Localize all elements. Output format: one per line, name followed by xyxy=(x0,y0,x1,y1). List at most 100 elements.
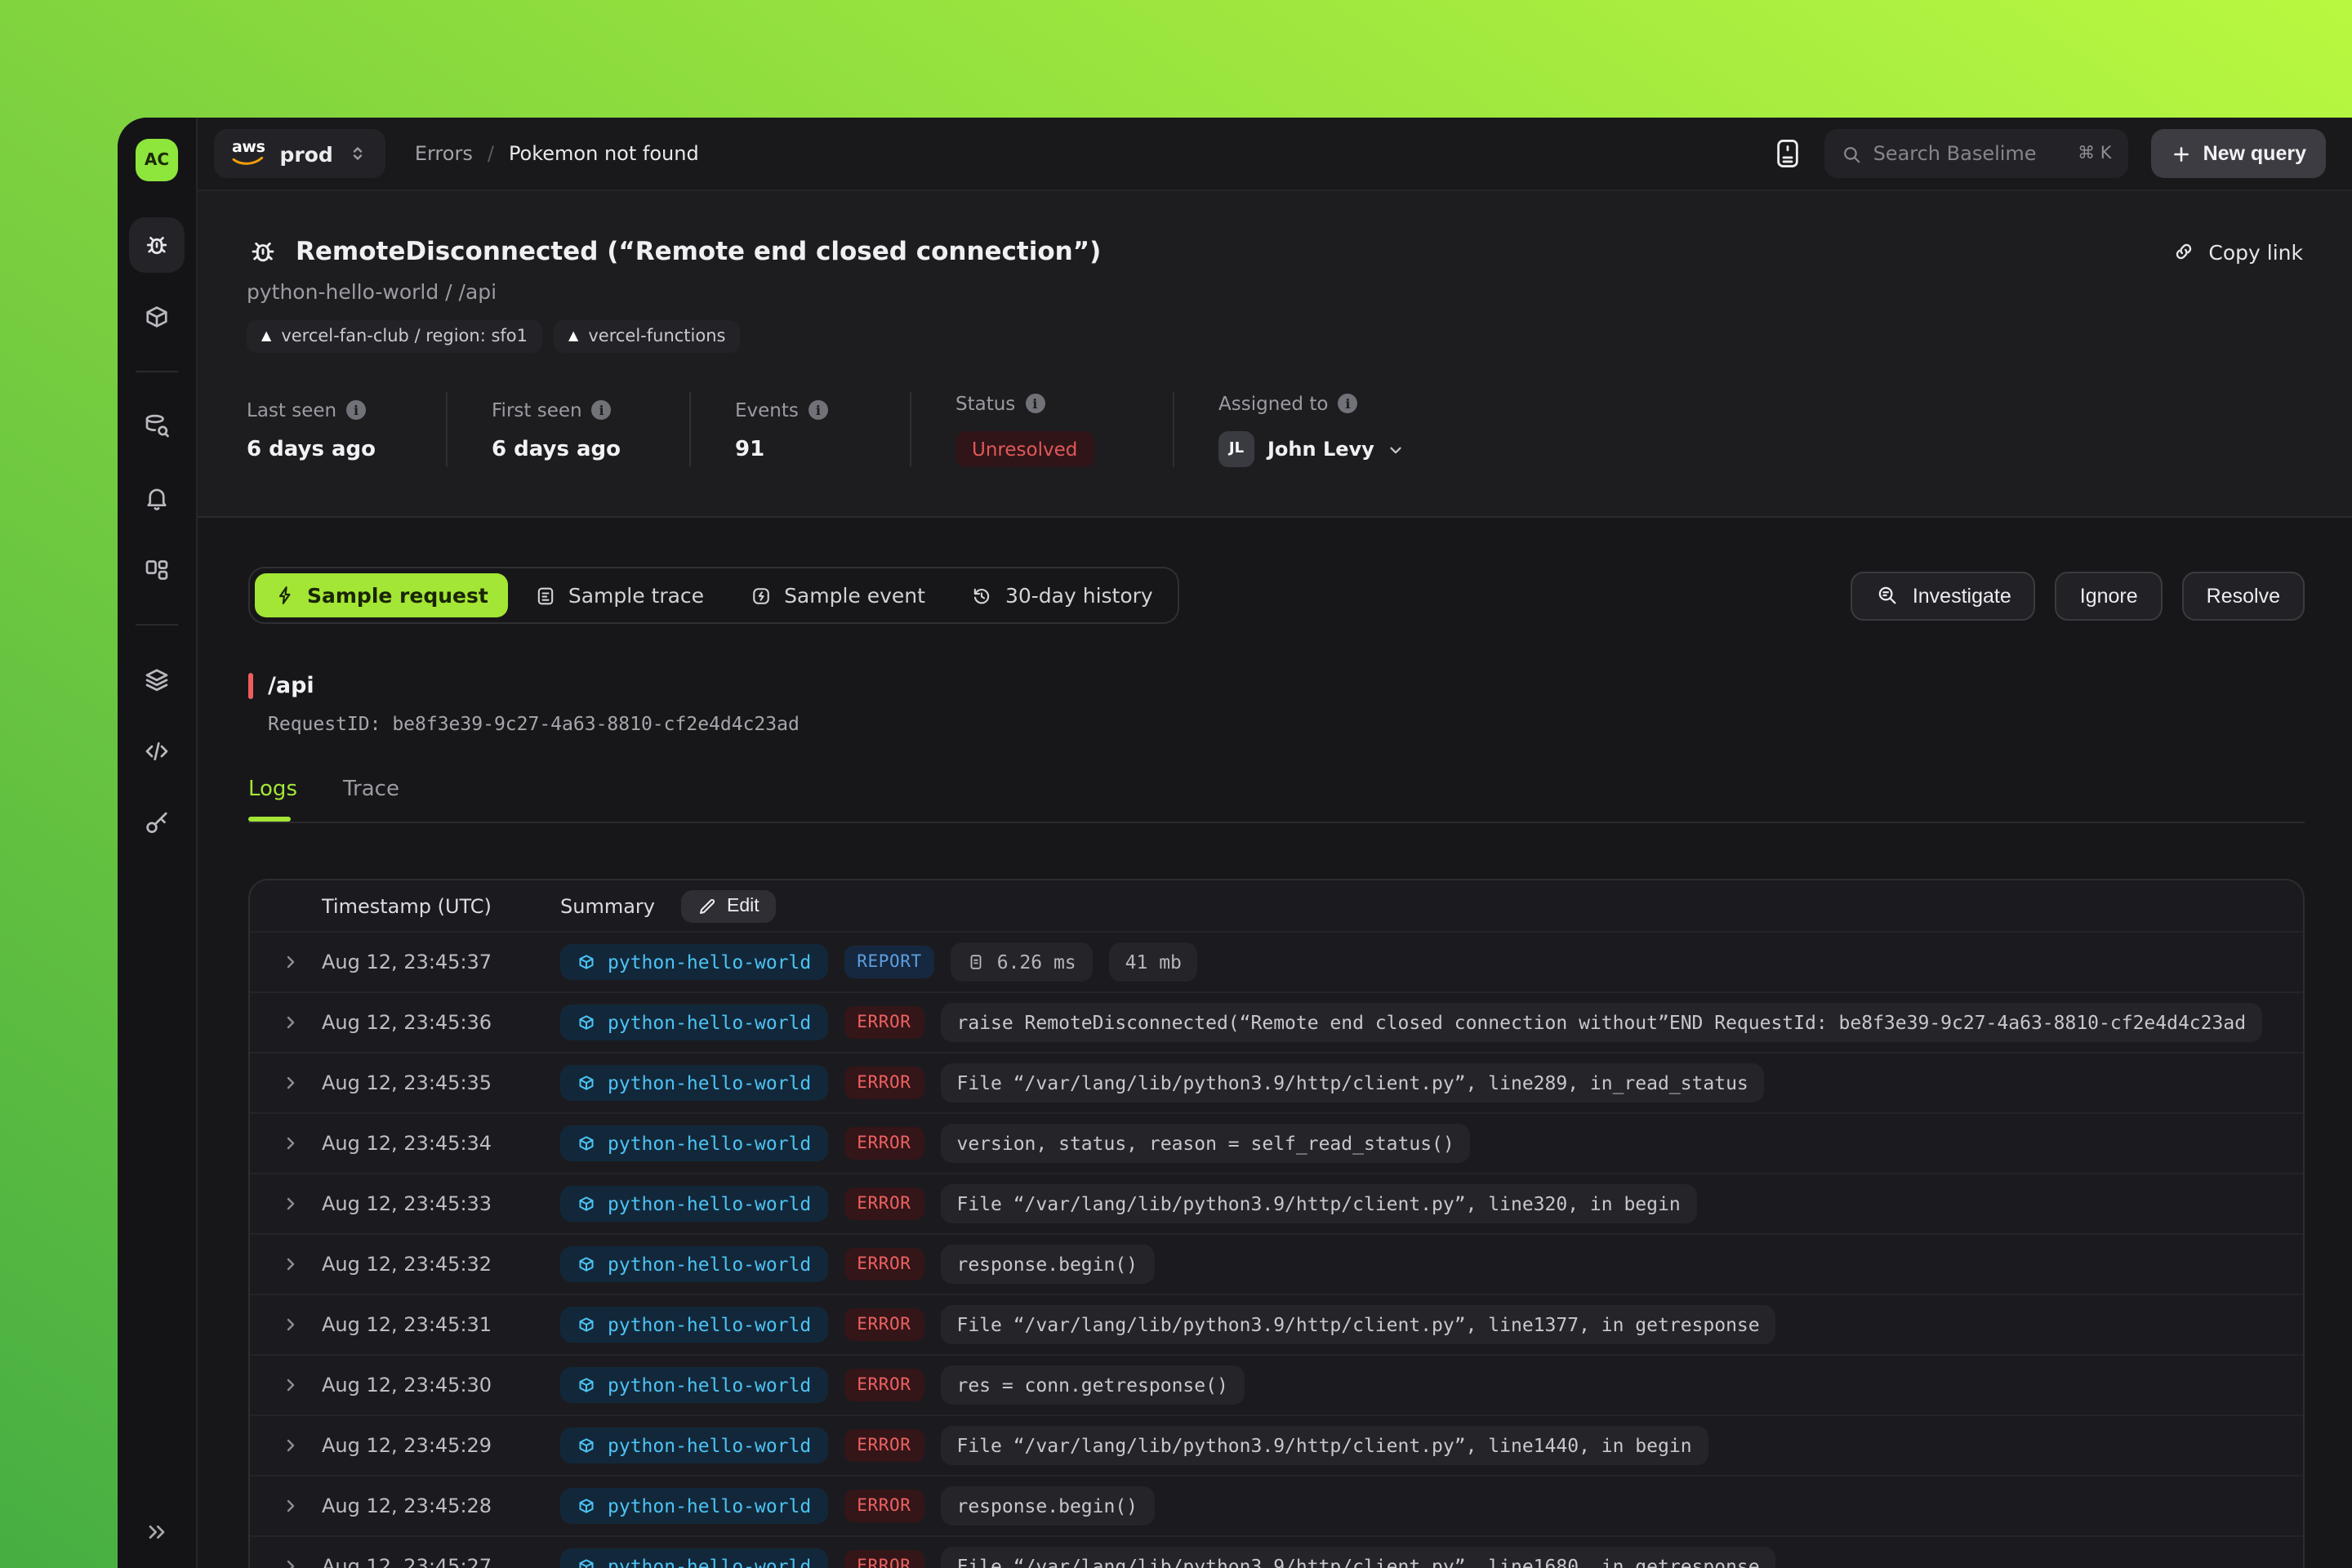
avatar[interactable]: AC xyxy=(136,139,178,181)
tab-sample-event[interactable]: Sample event xyxy=(730,573,945,617)
service-badge[interactable]: python-hello-world xyxy=(560,1186,827,1222)
expand-chevron-icon[interactable] xyxy=(279,1013,302,1032)
expand-chevron-icon[interactable] xyxy=(279,1496,302,1516)
expand-chevron-icon[interactable] xyxy=(279,1134,302,1153)
logs-table-header: Timestamp (UTC) Summary Edit xyxy=(250,880,2303,931)
tab-sample-request[interactable]: Sample request xyxy=(255,573,508,617)
package-icon xyxy=(577,1073,596,1093)
service-badge[interactable]: python-hello-world xyxy=(560,1367,827,1403)
service-badge[interactable]: python-hello-world xyxy=(560,1125,827,1161)
table-row[interactable]: Aug 12, 23:45:32 python-hello-world ERRO… xyxy=(250,1233,2303,1294)
tag-vercel-functions[interactable]: ▲ vercel-functions xyxy=(554,320,740,353)
aws-logo-icon: aws xyxy=(232,141,265,167)
table-row[interactable]: Aug 12, 23:45:36 python-hello-world ERRO… xyxy=(250,991,2303,1052)
resolve-button[interactable]: Resolve xyxy=(2182,571,2305,620)
sidebar-item-api-keys[interactable] xyxy=(129,795,185,851)
service-badge[interactable]: python-hello-world xyxy=(560,1246,827,1282)
sample-tab-group: Sample request Sample trace xyxy=(248,567,1179,624)
log-rows: Aug 12, 23:45:37 python-hello-world REPO… xyxy=(250,931,2303,1568)
sidebar-item-layers[interactable] xyxy=(129,652,185,707)
new-query-button[interactable]: New query xyxy=(2151,129,2326,178)
service-name: python-hello-world xyxy=(608,1132,811,1155)
sidebar-item-alerts[interactable] xyxy=(129,470,185,526)
expand-chevron-icon[interactable] xyxy=(279,952,302,972)
info-icon[interactable]: i xyxy=(1025,394,1045,413)
service-badge[interactable]: python-hello-world xyxy=(560,944,827,980)
tab-sample-trace[interactable]: Sample trace xyxy=(514,573,724,617)
issue-header: RemoteDisconnected (“Remote end closed c… xyxy=(198,191,2352,518)
changelog-note-icon[interactable] xyxy=(1774,137,1802,170)
vercel-triangle-icon: ▲ xyxy=(568,330,578,343)
issue-stats: Last seeni 6 days ago First seeni 6 days… xyxy=(247,392,2303,467)
tag-vercel-project[interactable]: ▲ vercel-fan-club / region: sfo1 xyxy=(247,320,542,353)
table-row[interactable]: Aug 12, 23:45:31 python-hello-world ERRO… xyxy=(250,1294,2303,1354)
sidebar-collapse-button[interactable] xyxy=(144,1519,170,1545)
info-icon[interactable]: i xyxy=(346,399,366,419)
search-input[interactable]: Search Baselime ⌘ K xyxy=(1824,129,2128,178)
package-icon xyxy=(142,302,172,332)
stat-first-seen: First seeni 6 days ago xyxy=(492,398,645,461)
app-window: AC xyxy=(118,118,2352,1568)
row-timestamp: Aug 12, 23:45:29 xyxy=(322,1434,560,1457)
table-row[interactable]: Aug 12, 23:45:29 python-hello-world ERRO… xyxy=(250,1414,2303,1475)
row-timestamp: Aug 12, 23:45:32 xyxy=(322,1253,560,1276)
sidebar-item-dashboards[interactable] xyxy=(129,542,185,598)
ignore-button[interactable]: Ignore xyxy=(2056,571,2163,620)
row-extras: 6.26 ms 41 mb xyxy=(951,942,1198,982)
sidebar-item-services[interactable] xyxy=(129,289,185,345)
tab-logs[interactable]: Logs xyxy=(248,777,297,822)
edit-columns-button[interactable]: Edit xyxy=(681,889,776,922)
service-badge[interactable]: python-hello-world xyxy=(560,1004,827,1040)
copy-link-button[interactable]: Copy link xyxy=(2172,239,2303,264)
expand-chevron-icon[interactable] xyxy=(279,1436,302,1455)
table-row[interactable]: Aug 12, 23:45:37 python-hello-world REPO… xyxy=(250,931,2303,991)
table-row[interactable]: Aug 12, 23:45:35 python-hello-world ERRO… xyxy=(250,1052,2303,1112)
sidebar-item-queries[interactable] xyxy=(129,399,185,454)
level-badge: ERROR xyxy=(844,1248,924,1281)
tag-row: ▲ vercel-fan-club / region: sfo1 ▲ verce… xyxy=(247,320,2303,353)
stats-divider xyxy=(1173,392,1174,467)
content: Sample request Sample trace xyxy=(198,518,2352,1568)
info-icon[interactable]: i xyxy=(1338,394,1357,413)
investigate-button[interactable]: Investigate xyxy=(1851,571,2036,620)
search-icon xyxy=(1841,143,1862,164)
expand-chevron-icon[interactable] xyxy=(279,1557,302,1568)
service-badge[interactable]: python-hello-world xyxy=(560,1488,827,1524)
bolt-square-icon xyxy=(750,584,773,607)
assignee-selector[interactable]: JL John Levy xyxy=(1218,431,1405,467)
table-row[interactable]: Aug 12, 23:45:34 python-hello-world ERRO… xyxy=(250,1112,2303,1173)
stat-status: Statusi Unresolved xyxy=(956,392,1129,467)
table-row[interactable]: Aug 12, 23:45:28 python-hello-world ERRO… xyxy=(250,1475,2303,1535)
package-icon xyxy=(577,1254,596,1274)
logs-table: Timestamp (UTC) Summary Edit Aug 12, 23:… xyxy=(248,879,2305,1568)
service-badge[interactable]: python-hello-world xyxy=(560,1548,827,1568)
table-row[interactable]: Aug 12, 23:45:33 python-hello-world ERRO… xyxy=(250,1173,2303,1233)
endpoint-path: /api xyxy=(268,673,314,699)
expand-chevron-icon[interactable] xyxy=(279,1073,302,1093)
log-message: res = conn.getresponse() xyxy=(940,1365,1244,1405)
sidebar-item-errors[interactable] xyxy=(129,217,185,273)
service-name: python-hello-world xyxy=(608,951,811,973)
service-badge[interactable]: python-hello-world xyxy=(560,1428,827,1463)
breadcrumb-section[interactable]: Errors xyxy=(415,142,473,165)
service-badge[interactable]: python-hello-world xyxy=(560,1307,827,1343)
tab-30-day-history[interactable]: 30-day history xyxy=(951,573,1173,617)
level-badge: ERROR xyxy=(844,1369,924,1401)
expand-chevron-icon[interactable] xyxy=(279,1375,302,1395)
log-message: File “/var/lang/lib/python3.9/http/clien… xyxy=(940,1426,1708,1465)
table-row[interactable]: Aug 12, 23:45:27 python-hello-world ERRO… xyxy=(250,1535,2303,1568)
info-icon[interactable]: i xyxy=(808,399,828,419)
sidebar-item-code[interactable] xyxy=(129,724,185,779)
environment-selector[interactable]: aws prod xyxy=(214,129,385,178)
expand-chevron-icon[interactable] xyxy=(279,1254,302,1274)
expand-chevron-icon[interactable] xyxy=(279,1315,302,1334)
log-message: File “/var/lang/lib/python3.9/http/clien… xyxy=(940,1547,1775,1568)
tab-trace[interactable]: Trace xyxy=(343,777,399,822)
expand-chevron-icon[interactable] xyxy=(279,1194,302,1214)
row-timestamp: Aug 12, 23:45:37 xyxy=(322,951,560,973)
search-placeholder: Search Baselime xyxy=(1873,142,2067,165)
table-row[interactable]: Aug 12, 23:45:30 python-hello-world ERRO… xyxy=(250,1354,2303,1414)
info-icon[interactable]: i xyxy=(592,399,612,419)
issue-actions: Investigate Ignore Resolve xyxy=(1851,571,2305,620)
service-badge[interactable]: python-hello-world xyxy=(560,1065,827,1101)
